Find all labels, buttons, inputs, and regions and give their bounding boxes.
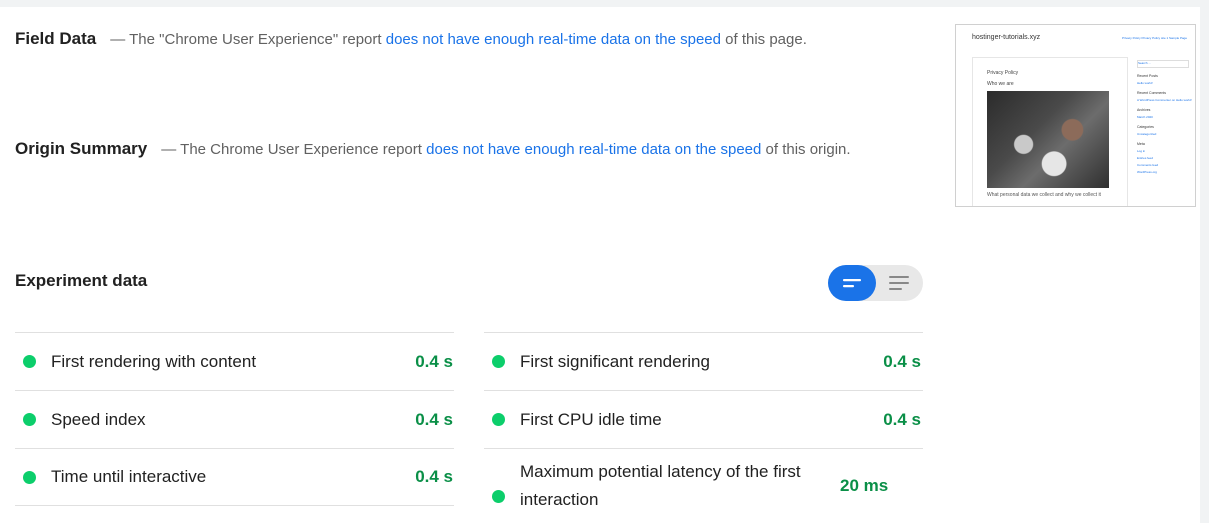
metric-label: First CPU idle time [520, 409, 662, 429]
metric-first-cpu-idle: First CPU idle time 0.4 s [484, 390, 923, 448]
origin-summary-section: Origin Summary — The Chrome User Experien… [15, 134, 875, 165]
thumbnail-subheading: Who we are [987, 81, 1014, 87]
metric-value: 0.4 s [415, 409, 453, 429]
metric-max-potential-fid: Maximum potential latency of the first i… [484, 448, 923, 523]
thumbnail-sidebar: Search … Recent Posts Hello world! Recen… [1137, 57, 1193, 174]
thumbnail-site-title: hostinger-tutorials.xyz [972, 34, 1041, 41]
metric-first-contentful-paint: First rendering with content 0.4 s [15, 332, 454, 390]
metric-value: 0.4 s [883, 409, 921, 429]
page-screenshot-thumbnail[interactable]: hostinger-tutorials.xyz Privacy Policy P… [955, 24, 1196, 207]
origin-summary-text-after: of this origin. [761, 141, 851, 158]
pass-indicator-icon [492, 413, 505, 426]
metric-label: Maximum potential latency of the first i… [520, 462, 801, 509]
origin-summary-title: Origin Summary [15, 139, 148, 158]
metric-first-meaningful-paint: First significant rendering 0.4 s [484, 332, 923, 390]
metrics-column-left: First rendering with content 0.4 s Speed… [15, 332, 454, 506]
expanded-view-icon [889, 276, 910, 290]
thumbnail-meta: Meta [1137, 142, 1145, 146]
thumbnail-meta-item: Log in [1137, 149, 1146, 153]
experiment-data-title: Experiment data [15, 271, 148, 290]
pass-indicator-icon [23, 413, 36, 426]
metric-value: 0.4 s [883, 351, 921, 371]
thumbnail-caption: What personal data we collect and why we… [987, 192, 1101, 198]
metric-label: Time until interactive [51, 467, 207, 486]
field-data-link[interactable]: does not have enough real-time data on t… [386, 31, 721, 48]
metric-value: 20 ms [840, 476, 889, 495]
pass-indicator-icon [492, 355, 505, 368]
thumbnail-search: Search … [1137, 60, 1189, 68]
view-toggle[interactable] [828, 265, 923, 301]
field-data-text: The "Chrome User Experience" report [125, 31, 386, 48]
metric-value: 0.4 s [415, 467, 453, 486]
thumbnail-content: Privacy Policy Who we are What personal … [972, 57, 1128, 206]
thumbnail-nav: Privacy Policy Privacy Policy site 1 Sam… [1121, 36, 1187, 40]
pass-indicator-icon [23, 355, 36, 368]
metric-time-to-interactive: Time until interactive 0.4 s [15, 448, 454, 506]
metric-label: First significant rendering [520, 351, 710, 371]
compact-view-icon [842, 279, 861, 288]
expanded-view-button[interactable] [876, 265, 924, 301]
field-data-section: Field Data — The "Chrome User Experience"… [15, 24, 875, 55]
field-data-dash: — [110, 31, 126, 48]
thumbnail-meta-item: Comments feed [1137, 163, 1159, 167]
origin-summary-link[interactable]: does not have enough real-time data on t… [426, 141, 761, 158]
thumbnail-recent-post-item: Hello world! [1137, 81, 1153, 85]
thumbnail-heading: Privacy Policy [987, 70, 1019, 76]
thumbnail-recent-posts: Recent Posts [1137, 74, 1158, 78]
pass-indicator-icon [492, 490, 505, 503]
thumbnail-archive-item: March 2020 [1137, 115, 1153, 119]
thumbnail-category-item: Uncategorized [1137, 132, 1157, 136]
field-data-title: Field Data [15, 29, 97, 48]
thumbnail-photo [987, 91, 1109, 188]
thumbnail-meta-item: Entries feed [1137, 156, 1154, 160]
thumbnail-categories: Categories [1137, 125, 1154, 129]
compact-view-button[interactable] [828, 265, 876, 301]
metric-label: Speed index [51, 409, 146, 429]
thumbnail-archives: Archives [1137, 108, 1151, 112]
origin-summary-text: The Chrome User Experience report [176, 141, 427, 158]
field-data-text-after: of this page. [720, 31, 807, 48]
metric-label: First rendering with content [51, 351, 257, 371]
thumbnail-meta-item: WordPress.org [1137, 170, 1157, 174]
metrics-column-right: First significant rendering 0.4 s First … [484, 332, 923, 523]
thumbnail-recent-comment-item: A WordPress Commenter on Hello world! [1137, 98, 1192, 102]
metric-value: 0.4 s [415, 351, 453, 371]
pass-indicator-icon [23, 470, 36, 484]
thumbnail-recent-comments: Recent Comments [1137, 91, 1166, 95]
performance-panel: Field Data — The "Chrome User Experience"… [0, 7, 1200, 523]
metric-speed-index: Speed index 0.4 s [15, 390, 454, 448]
origin-summary-dash: — [161, 141, 177, 158]
